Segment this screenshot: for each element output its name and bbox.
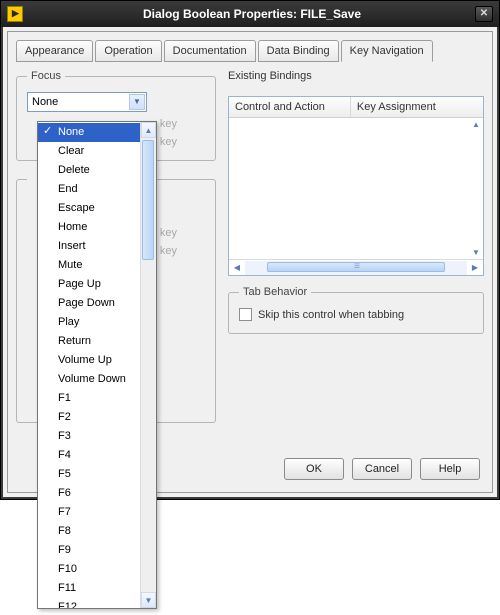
dropdown-option[interactable]: F1 bbox=[38, 389, 140, 408]
dropdown-option-label: Insert bbox=[58, 240, 86, 252]
dropdown-option[interactable]: F12 bbox=[38, 598, 140, 608]
skip-tabbing-checkbox[interactable] bbox=[239, 308, 252, 321]
dropdown-option[interactable]: Clear bbox=[38, 142, 140, 161]
dropdown-option[interactable]: Volume Down bbox=[38, 370, 140, 389]
scroll-down-icon[interactable]: ▼ bbox=[470, 248, 482, 257]
scroll-up-icon[interactable]: ▲ bbox=[141, 122, 156, 138]
dropdown-option-label: F9 bbox=[58, 544, 71, 556]
dropdown-option[interactable]: End bbox=[38, 180, 140, 199]
dropdown-option-label: Delete bbox=[58, 164, 90, 176]
dropdown-option-label: Page Up bbox=[58, 278, 101, 290]
tab-appearance[interactable]: Appearance bbox=[16, 40, 93, 62]
tab-bar: Appearance Operation Documentation Data … bbox=[16, 40, 484, 62]
listbox-header: Control and Action Key Assignment bbox=[229, 97, 483, 118]
dropdown-option-label: None bbox=[58, 126, 84, 138]
dropdown-option-label: Escape bbox=[58, 202, 95, 214]
dropdown-option-label: Play bbox=[58, 316, 79, 328]
dropdown-option-label: Volume Up bbox=[58, 354, 112, 366]
dropdown-option[interactable]: Insert bbox=[38, 237, 140, 256]
focus-key-dropdown[interactable]: ✓ None Clear Delete End Escape Home Insert Mute P… bbox=[37, 121, 157, 609]
dropdown-option[interactable]: Page Up bbox=[38, 275, 140, 294]
dropdown-option-label: Return bbox=[58, 335, 91, 347]
scroll-up-icon[interactable]: ▲ bbox=[470, 120, 482, 129]
dropdown-option[interactable]: F11 bbox=[38, 579, 140, 598]
dropdown-option-label: Mute bbox=[58, 259, 82, 271]
tab-data-binding[interactable]: Data Binding bbox=[258, 40, 339, 62]
dropdown-option[interactable]: F5 bbox=[38, 465, 140, 484]
dropdown-option-label: F6 bbox=[58, 487, 71, 499]
tab-key-navigation[interactable]: Key Navigation bbox=[341, 40, 433, 62]
help-button[interactable]: Help bbox=[420, 458, 480, 480]
scroll-down-icon[interactable]: ▼ bbox=[141, 592, 156, 608]
dropdown-option-label: Home bbox=[58, 221, 87, 233]
dropdown-option-label: F2 bbox=[58, 411, 71, 423]
scroll-left-icon[interactable]: ◀ bbox=[229, 261, 245, 275]
tab-behavior-group: Tab Behavior Skip this control when tabb… bbox=[228, 286, 484, 334]
title-bar: Dialog Boolean Properties: FILE_Save ✕ bbox=[1, 1, 499, 27]
dropdown-option-label: Clear bbox=[58, 145, 84, 157]
window-title: Dialog Boolean Properties: FILE_Save bbox=[29, 7, 475, 21]
dropdown-option[interactable]: Page Down bbox=[38, 294, 140, 313]
cancel-button[interactable]: Cancel bbox=[352, 458, 412, 480]
dropdown-option[interactable]: Play bbox=[38, 313, 140, 332]
dropdown-option[interactable]: F8 bbox=[38, 522, 140, 541]
tab-behavior-legend: Tab Behavior bbox=[239, 286, 311, 298]
dropdown-option[interactable]: Return bbox=[38, 332, 140, 351]
focus-combo-value: None bbox=[32, 96, 58, 108]
dropdown-option[interactable]: Mute bbox=[38, 256, 140, 275]
dropdown-option-label: F1 bbox=[58, 392, 71, 404]
dropdown-option[interactable]: F3 bbox=[38, 427, 140, 446]
close-icon[interactable]: ✕ bbox=[475, 6, 493, 22]
skip-tabbing-label: Skip this control when tabbing bbox=[258, 309, 404, 321]
tab-documentation[interactable]: Documentation bbox=[164, 40, 256, 62]
horizontal-scrollbar[interactable]: ◀ ▶ bbox=[229, 259, 483, 275]
dropdown-option[interactable]: F9 bbox=[38, 541, 140, 560]
dropdown-option[interactable]: F4 bbox=[38, 446, 140, 465]
dropdown-scroll-thumb[interactable] bbox=[142, 140, 154, 260]
dropdown-option[interactable]: Escape bbox=[38, 199, 140, 218]
dropdown-option[interactable]: F6 bbox=[38, 484, 140, 503]
dropdown-option-label: F11 bbox=[58, 582, 76, 594]
focus-key-combo[interactable]: None ▼ bbox=[27, 92, 147, 112]
dropdown-option-label: Page Down bbox=[58, 297, 115, 309]
dropdown-option-label: F7 bbox=[58, 506, 71, 518]
chevron-down-icon[interactable]: ▼ bbox=[129, 94, 145, 110]
col-control-action[interactable]: Control and Action bbox=[229, 97, 351, 117]
scroll-right-icon[interactable]: ▶ bbox=[467, 261, 483, 275]
col-key-assignment[interactable]: Key Assignment bbox=[351, 97, 467, 117]
focus-legend: Focus bbox=[27, 70, 65, 82]
scroll-thumb[interactable] bbox=[267, 262, 445, 272]
dropdown-option[interactable]: Delete bbox=[38, 161, 140, 180]
existing-bindings-label: Existing Bindings bbox=[228, 70, 484, 82]
check-icon: ✓ bbox=[43, 124, 52, 139]
dropdown-option-label: F4 bbox=[58, 449, 71, 461]
dropdown-option[interactable]: Volume Up bbox=[38, 351, 140, 370]
dropdown-option[interactable]: ✓ None bbox=[38, 123, 140, 142]
dropdown-option-label: F10 bbox=[58, 563, 77, 575]
dropdown-option[interactable]: F10 bbox=[38, 560, 140, 579]
existing-bindings-list[interactable]: Control and Action Key Assignment ▲ ▼ ◀ … bbox=[228, 96, 484, 276]
dropdown-option-label: F12 bbox=[58, 601, 77, 608]
dropdown-option-label: F5 bbox=[58, 468, 71, 480]
dropdown-option-label: End bbox=[58, 183, 78, 195]
dropdown-option[interactable]: Home bbox=[38, 218, 140, 237]
dropdown-option[interactable]: F2 bbox=[38, 408, 140, 427]
ok-button[interactable]: OK bbox=[284, 458, 344, 480]
dropdown-option-label: F3 bbox=[58, 430, 71, 442]
dropdown-option-label: Volume Down bbox=[58, 373, 126, 385]
tab-operation[interactable]: Operation bbox=[95, 40, 161, 62]
dropdown-option[interactable]: F7 bbox=[38, 503, 140, 522]
dropdown-option-label: F8 bbox=[58, 525, 71, 537]
listbox-body: ▲ ▼ bbox=[229, 118, 483, 259]
dropdown-scrollbar[interactable]: ▲ ▼ bbox=[140, 122, 156, 608]
scroll-track[interactable] bbox=[245, 261, 467, 275]
app-icon bbox=[7, 6, 23, 22]
